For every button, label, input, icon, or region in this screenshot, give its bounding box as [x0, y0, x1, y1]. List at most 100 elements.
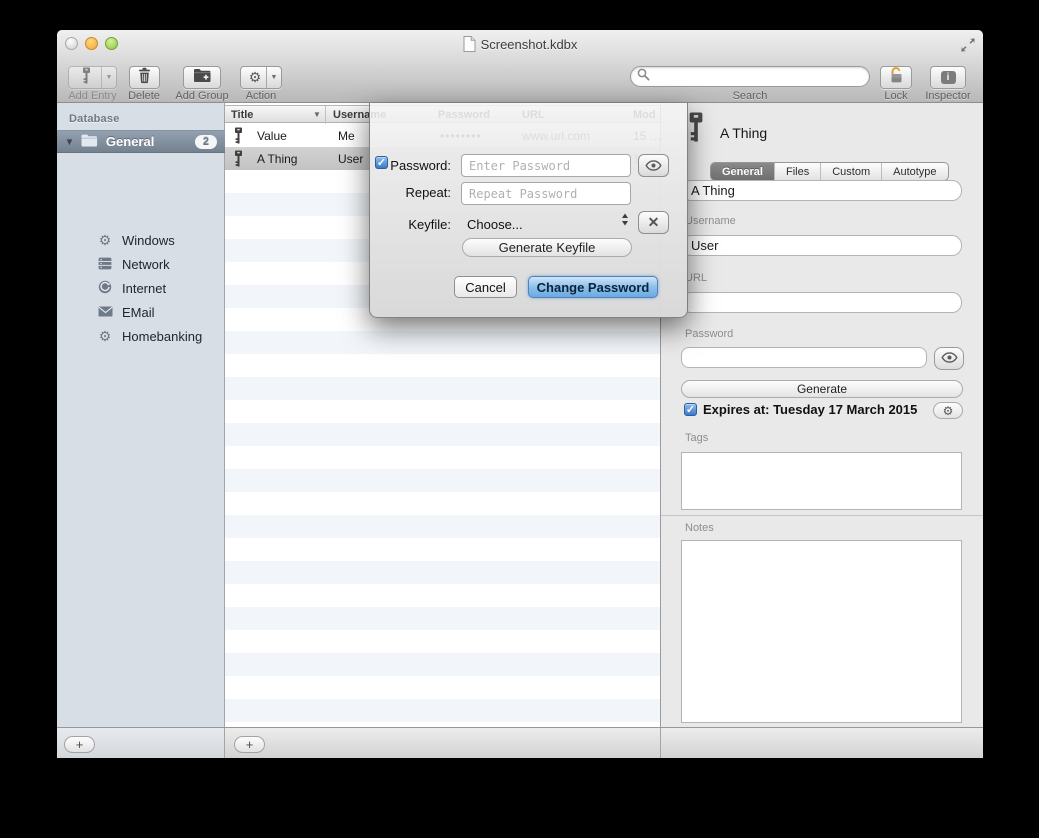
tab-files[interactable]: Files [775, 163, 821, 180]
add-group-footer-button[interactable]: + [64, 736, 95, 753]
folder-icon [81, 134, 98, 150]
tab-general[interactable]: General [711, 163, 775, 180]
add-group-button[interactable] [183, 66, 221, 89]
inspector-label: Inspector [920, 90, 976, 102]
generate-password-button[interactable]: Generate [681, 380, 963, 398]
sheet-repeat-label: Repeat: [386, 185, 451, 200]
add-entry-button[interactable]: ▼ [68, 66, 117, 89]
tab-custom[interactable]: Custom [821, 163, 882, 180]
sheet-password-label: Password: [386, 158, 451, 173]
add-entry-footer-button[interactable]: + [234, 736, 265, 753]
inspector-button[interactable]: i [930, 66, 966, 89]
tab-autotype[interactable]: Autotype [882, 163, 947, 180]
url-label: URL [685, 272, 707, 284]
username-label: Username [685, 215, 736, 227]
key-icon [233, 150, 244, 170]
chevron-down-icon[interactable]: ▼ [266, 67, 281, 88]
eye-icon [645, 158, 662, 174]
inspector-entry-title: A Thing [720, 125, 767, 141]
generate-keyfile-label: Generate Keyfile [499, 240, 596, 255]
cancel-button[interactable]: Cancel [454, 276, 517, 298]
plus-icon: + [246, 737, 254, 752]
group-count-badge: 2 [195, 135, 217, 149]
generate-keyfile-button[interactable]: Generate Keyfile [462, 238, 632, 257]
inspector-panel: A Thing General Files Custom Autotype Us… [660, 103, 983, 727]
window-chrome: Screenshot.kdbx ▼ Add Entry Delete Add G… [57, 30, 983, 103]
eye-icon [941, 352, 958, 366]
change-password-sheet: ✓ Password: Repeat: Keyfile: Choose... ✕… [369, 103, 688, 318]
plus-icon: + [76, 737, 84, 752]
sidebar-item-label: Homebanking [122, 329, 202, 344]
gear-icon: ⚙ [97, 233, 113, 247]
change-password-label: Change Password [537, 280, 650, 295]
change-password-button[interactable]: Change Password [528, 276, 658, 298]
app-window: Screenshot.kdbx ▼ Add Entry Delete Add G… [57, 30, 983, 758]
generate-label: Generate [797, 382, 847, 396]
tags-input[interactable] [681, 452, 962, 510]
sidebar-item-label: Windows [122, 233, 175, 248]
sidebar-item-windows[interactable]: ⚙ Windows [57, 228, 225, 252]
username-field[interactable] [681, 235, 962, 256]
add-entry-label: Add Entry [66, 90, 119, 102]
new-password-input[interactable] [461, 154, 631, 177]
reveal-password-button[interactable] [638, 154, 669, 177]
gear-icon: ⚙ [249, 69, 262, 86]
delete-button[interactable] [129, 66, 160, 89]
sidebar-item-email[interactable]: EMail [57, 300, 225, 324]
sort-arrow-icon[interactable]: ▼ [313, 110, 321, 119]
password-label: Password [685, 328, 733, 340]
sidebar-item-network[interactable]: Network [57, 252, 225, 276]
fullscreen-icon[interactable] [960, 37, 976, 53]
cancel-label: Cancel [465, 280, 505, 295]
lock-button[interactable] [880, 66, 912, 89]
envelope-icon [97, 305, 113, 319]
reveal-password-button[interactable] [934, 347, 964, 370]
document-icon [463, 37, 481, 52]
notes-input[interactable] [681, 540, 962, 723]
cell-title: Value [257, 129, 323, 143]
sidebar: Database ▼ General 2 ⚙ Windows Network In… [57, 103, 225, 727]
info-icon: i [941, 71, 956, 84]
gear-icon: ⚙ [943, 404, 954, 418]
folder-add-icon [193, 68, 212, 88]
add-group-label: Add Group [172, 90, 232, 102]
sidebar-section-header: Database [69, 113, 120, 125]
repeat-password-input[interactable] [461, 182, 631, 205]
delete-label: Delete [121, 90, 167, 102]
group-label: General [106, 134, 154, 149]
close-icon: ✕ [648, 214, 660, 231]
trash-icon [137, 67, 152, 89]
url-field[interactable] [681, 292, 962, 313]
title-field[interactable] [681, 180, 962, 201]
password-field[interactable] [681, 347, 927, 368]
sidebar-item-label: EMail [122, 305, 155, 320]
search-input[interactable] [630, 66, 870, 87]
globe-icon [97, 280, 113, 296]
tags-label: Tags [685, 432, 708, 444]
disclosure-triangle-icon[interactable]: ▼ [65, 137, 74, 147]
key-icon [686, 110, 706, 147]
notes-label: Notes [685, 522, 714, 534]
stepper-icon[interactable] [621, 213, 629, 231]
sidebar-item-internet[interactable]: Internet [57, 276, 225, 300]
column-header-title[interactable]: Title [231, 109, 253, 121]
section-divider [661, 515, 983, 516]
expires-checkbox[interactable]: ✓ [684, 403, 697, 416]
sidebar-item-homebanking[interactable]: ⚙ Homebanking [57, 324, 225, 348]
chevron-down-icon[interactable]: ▼ [101, 67, 116, 88]
keyfile-popup[interactable]: Choose... [467, 217, 523, 232]
action-button[interactable]: ⚙ ▼ [240, 66, 282, 89]
sidebar-item-label: Network [122, 257, 170, 272]
lock-icon [888, 66, 905, 90]
cell-title: A Thing [257, 152, 323, 166]
sidebar-item-general[interactable]: ▼ General 2 [57, 130, 225, 153]
sidebar-item-label: Internet [122, 281, 166, 296]
window-title: Screenshot.kdbx [57, 36, 983, 52]
clear-keyfile-button[interactable]: ✕ [638, 211, 669, 234]
key-icon [233, 127, 244, 147]
gear-icon: ⚙ [97, 329, 113, 343]
sheet-keyfile-label: Keyfile: [386, 217, 451, 232]
search-icon [637, 68, 650, 86]
action-label: Action [240, 90, 282, 102]
expires-settings-button[interactable]: ⚙ [933, 402, 963, 419]
